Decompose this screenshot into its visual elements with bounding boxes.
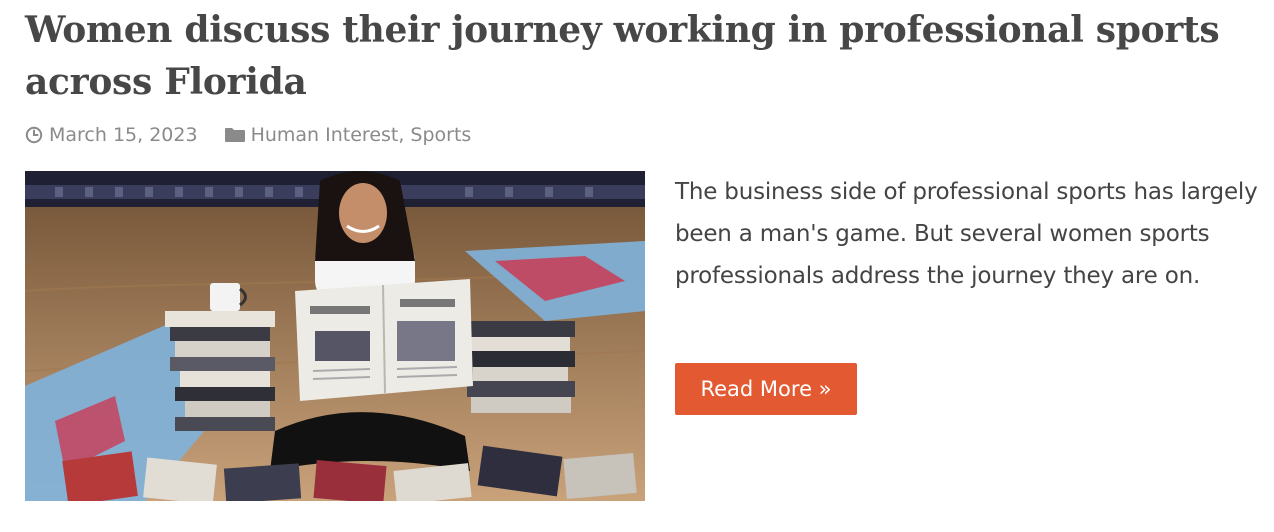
read-more-button[interactable]: Read More » — [675, 363, 857, 415]
post-card: Women discuss their journey working in p… — [0, 0, 1274, 532]
post-excerpt: The business side of professional sports… — [675, 179, 1258, 289]
clock-icon — [25, 126, 43, 144]
featured-image[interactable] — [25, 171, 645, 501]
post-date: March 15, 2023 — [49, 124, 198, 146]
category-separator: , — [398, 124, 405, 146]
post-meta: March 15, 2023 Human Interest , Sports — [25, 124, 471, 146]
folder-icon — [224, 127, 246, 143]
category-link-human-interest[interactable]: Human Interest — [251, 124, 399, 146]
featured-image-illustration — [25, 171, 645, 501]
post-title[interactable]: Women discuss their journey working in p… — [25, 4, 1255, 108]
category-link-sports[interactable]: Sports — [410, 124, 471, 146]
